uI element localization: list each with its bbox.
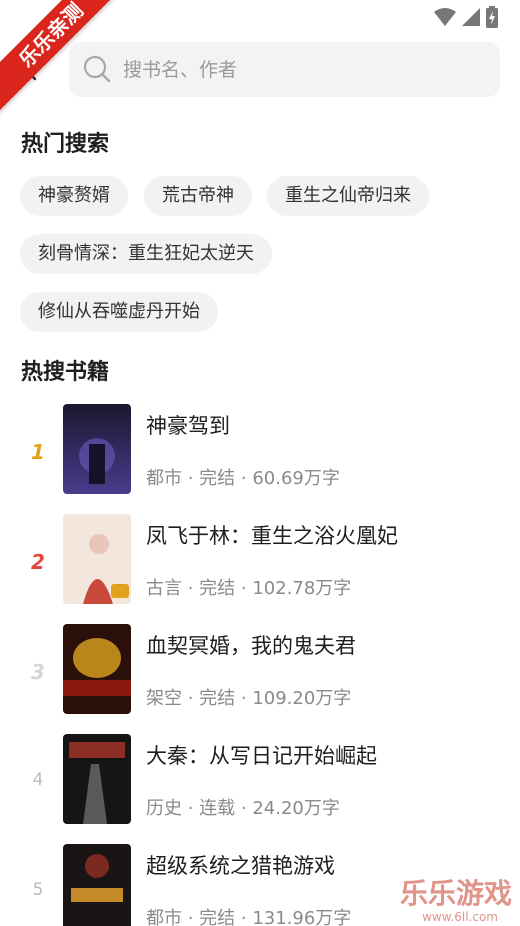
book-cover: [63, 844, 131, 926]
rank-badge: 4: [32, 770, 44, 790]
signal-icon: [462, 8, 480, 26]
hot-search-tag[interactable]: 荒古帝神: [144, 176, 252, 216]
book-meta: 古言 · 完结 · 102.78万字: [146, 578, 352, 599]
rank-badge: 1: [31, 440, 45, 464]
book-title: 神豪驾到: [146, 414, 230, 438]
book-title: 超级系统之猎艳游戏: [146, 854, 335, 878]
watermark-url: www.6ll.com: [422, 910, 498, 924]
rank-badge: 2: [31, 550, 45, 574]
hot-search-tag[interactable]: 重生之仙帝归来: [267, 176, 429, 216]
search-box[interactable]: [69, 42, 500, 97]
book-cover: [63, 734, 131, 824]
hot-search-tag[interactable]: 神豪赘婿: [20, 176, 128, 216]
wifi-icon: [434, 8, 456, 26]
hot-search-title: 热门搜索: [21, 132, 110, 157]
search-icon: [83, 55, 111, 83]
book-item[interactable]: 2 凤飞于林：重生之浴火凰妃 古言 · 完结 · 102.78万字: [0, 510, 520, 620]
book-item[interactable]: 1 神豪驾到 都市 · 完结 · 60.69万字: [0, 400, 520, 510]
watermark-logo: 乐乐游戏: [399, 877, 512, 910]
book-title: 血契冥婚，我的鬼夫君: [146, 634, 356, 658]
book-cover: [63, 404, 131, 494]
book-meta: 架空 · 完结 · 109.20万字: [146, 688, 352, 709]
book-title: 凤飞于林：重生之浴火凰妃: [146, 524, 398, 548]
status-icons: [434, 6, 498, 28]
hot-books-title: 热搜书籍: [21, 360, 110, 385]
search-input[interactable]: [123, 42, 483, 97]
hot-search-tag[interactable]: 刻骨情深：重生狂妃太逆天: [20, 234, 272, 274]
book-meta: 都市 · 完结 · 60.69万字: [146, 468, 340, 489]
rank-badge: 3: [31, 660, 45, 684]
book-cover: [63, 624, 131, 714]
book-meta: 都市 · 完结 · 131.96万字: [146, 908, 352, 926]
book-cover: [63, 514, 131, 604]
book-meta: 历史 · 连载 · 24.20万字: [146, 798, 340, 819]
rank-badge: 5: [32, 880, 44, 900]
hot-search-tag[interactable]: 修仙从吞噬虚丹开始: [20, 292, 218, 332]
book-title: 大秦：从写日记开始崛起: [146, 744, 377, 768]
battery-icon: [486, 6, 498, 28]
book-item[interactable]: 4 大秦：从写日记开始崛起 历史 · 连载 · 24.20万字: [0, 730, 520, 840]
book-item[interactable]: 3 血契冥婚，我的鬼夫君 架空 · 完结 · 109.20万字: [0, 620, 520, 730]
